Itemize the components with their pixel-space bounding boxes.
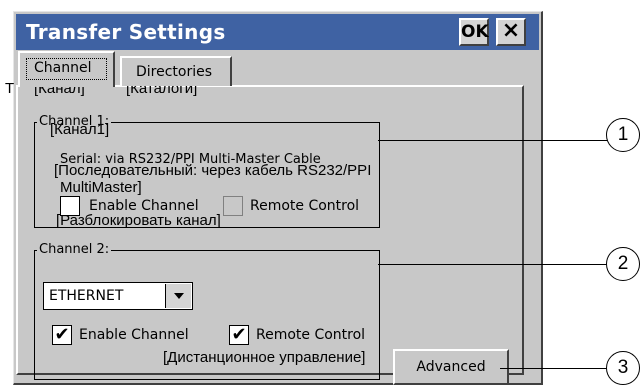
channel2-remote-label: Remote Control (256, 327, 366, 343)
advanced-button[interactable]: Advanced (393, 349, 509, 385)
check-icon: ✔ (54, 324, 70, 345)
callout-2: 2 (606, 247, 640, 281)
ok-button[interactable]: OK (459, 18, 489, 46)
close-button[interactable]: × (496, 18, 526, 46)
channel1-translation: [Канал1] (50, 121, 110, 138)
channel1-description-translation-1: [Последовательный: через кабель RS232/PP… (54, 162, 372, 179)
channel2-remote-translation: [Дистанционное управление] (163, 349, 366, 366)
prefix-text: T (5, 80, 15, 97)
tab-channel[interactable]: Channel (18, 51, 115, 87)
callout-3-leader (500, 368, 610, 369)
channel2-select-value: ETHERNET (49, 288, 124, 304)
channel2-enable-label: Enable Channel (79, 327, 189, 343)
tab-directories[interactable]: Directories (120, 56, 232, 86)
channel2-interface-select[interactable]: ETHERNET (43, 282, 193, 310)
callout-1-leader (378, 140, 608, 141)
channel1-remote-checkbox[interactable] (223, 196, 243, 216)
channel1-description-translation-2: MultiMaster] (60, 179, 142, 196)
chevron-down-icon[interactable] (165, 284, 191, 308)
channel1-enable-translation: [Разблокировать канал] (56, 212, 221, 229)
callout-2-leader (378, 264, 608, 265)
callout-1: 1 (606, 118, 640, 152)
channel2-enable-checkbox[interactable]: ✔ (52, 325, 72, 345)
channel2-remote-checkbox[interactable]: ✔ (229, 325, 249, 345)
channel2-group-label: Channel 2: (37, 242, 112, 257)
check-icon: ✔ (231, 324, 247, 345)
channel1-remote-label: Remote Control (250, 198, 360, 214)
window-title: Transfer Settings (26, 20, 226, 44)
title-bar: Transfer Settings OK × (16, 14, 539, 50)
tab-channel-label: Channel (34, 60, 92, 76)
tab-directories-label: Directories (136, 64, 213, 80)
callout-3: 3 (606, 351, 640, 385)
